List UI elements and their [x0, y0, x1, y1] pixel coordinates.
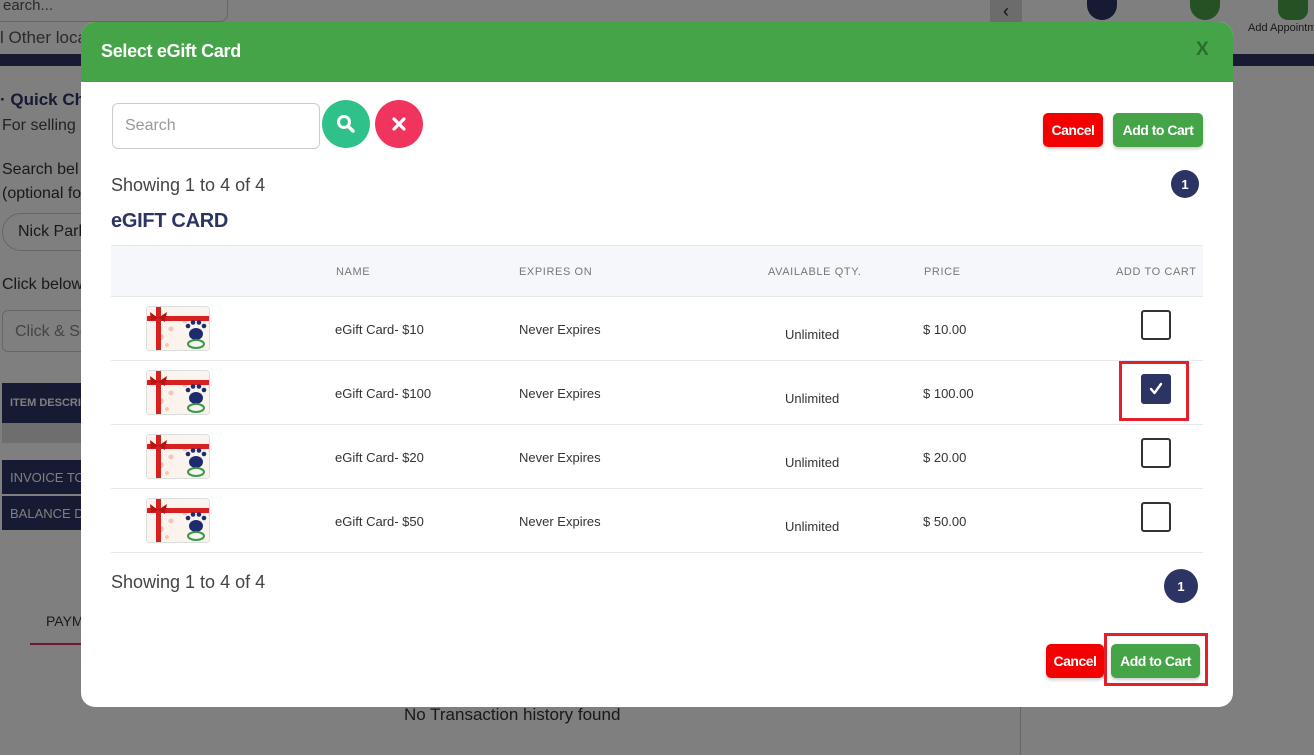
table-row: eGift Card- $20 Never Expires Unlimited …	[111, 425, 1203, 489]
card-expires: Never Expires	[519, 322, 601, 337]
card-qty: Unlimited	[785, 391, 840, 406]
search-button[interactable]	[322, 100, 370, 148]
select-egift-card-modal: Select eGift Card X Cancel Add to Cart S…	[81, 22, 1233, 707]
table-row: eGift Card- $50 Never Expires Unlimited …	[111, 489, 1203, 553]
column-header-expires: EXPIRES ON	[519, 266, 593, 278]
card-qty: Unlimited	[785, 327, 840, 342]
cancel-button-bottom[interactable]: Cancel	[1046, 644, 1104, 678]
card-price: $ 100.00	[923, 386, 974, 401]
table-row: eGift Card- $100 Never Expires Unlimited…	[111, 361, 1203, 425]
close-icon	[392, 117, 406, 131]
table-row: eGift Card- $10 Never Expires Unlimited …	[111, 297, 1203, 361]
column-header-price: PRICE	[924, 266, 961, 278]
card-qty: Unlimited	[785, 455, 840, 470]
close-button[interactable]: X	[1196, 39, 1209, 61]
modal-title: Select eGift Card	[101, 41, 241, 61]
card-qty: Unlimited	[785, 519, 840, 534]
add-to-cart-checkbox[interactable]	[1141, 310, 1171, 340]
egift-card-table: NAME EXPIRES ON AVAILABLE QTY. PRICE ADD…	[111, 245, 1203, 553]
checkmark-icon	[1149, 382, 1163, 395]
showing-count-bottom: Showing 1 to 4 of 4	[111, 572, 266, 592]
table-header: NAME EXPIRES ON AVAILABLE QTY. PRICE ADD…	[111, 245, 1203, 297]
gift-card-thumbnail-icon	[147, 307, 209, 350]
gift-card-thumbnail-icon	[147, 499, 209, 542]
card-price: $ 10.00	[923, 322, 967, 337]
card-expires: Never Expires	[519, 386, 601, 401]
column-header-add-to-cart: ADD TO CART	[1116, 266, 1197, 278]
gift-card-thumbnail-icon	[147, 435, 209, 478]
gift-card-image	[146, 370, 210, 415]
add-to-cart-checkbox[interactable]	[1141, 502, 1171, 532]
search-input[interactable]	[112, 103, 320, 149]
add-to-cart-button-bottom[interactable]: Add to Cart	[1111, 644, 1200, 678]
pagination-page-top[interactable]: 1	[1171, 170, 1199, 198]
card-expires: Never Expires	[519, 450, 601, 465]
column-header-qty: AVAILABLE QTY.	[768, 266, 862, 278]
showing-count-top: Showing 1 to 4 of 4	[111, 175, 266, 195]
table-body: eGift Card- $10 Never Expires Unlimited …	[111, 297, 1203, 553]
gift-card-image	[146, 434, 210, 479]
gift-card-image	[146, 498, 210, 543]
card-name: eGift Card- $20	[335, 450, 424, 465]
add-to-cart-checkbox[interactable]	[1141, 374, 1171, 404]
card-price: $ 20.00	[923, 450, 967, 465]
gift-card-thumbnail-icon	[147, 371, 209, 414]
cancel-button-top[interactable]: Cancel	[1043, 113, 1103, 147]
card-name: eGift Card- $50	[335, 514, 424, 529]
section-title: eGIFT CARD	[111, 210, 229, 232]
card-name: eGift Card- $100	[335, 386, 432, 401]
pagination-page-bottom[interactable]: 1	[1164, 569, 1198, 603]
card-price: $ 50.00	[923, 514, 967, 529]
card-expires: Never Expires	[519, 514, 601, 529]
search-icon	[337, 115, 355, 133]
add-to-cart-button-top[interactable]: Add to Cart	[1113, 113, 1203, 147]
add-to-cart-checkbox[interactable]	[1141, 438, 1171, 468]
modal-header: Select eGift Card X	[81, 22, 1233, 82]
gift-card-image	[146, 306, 210, 351]
column-header-name: NAME	[336, 266, 371, 278]
clear-search-button[interactable]	[375, 100, 423, 148]
card-name: eGift Card- $10	[335, 322, 424, 337]
